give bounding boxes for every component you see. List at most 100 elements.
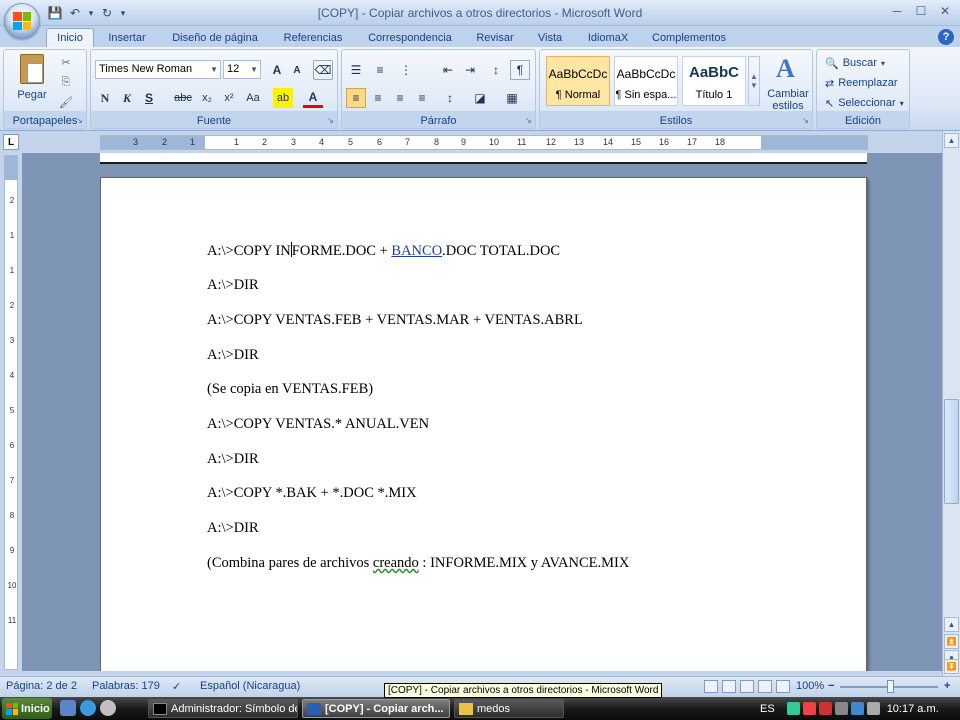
vertical-scrollbar[interactable]: ▲ ▲ ⏫ ● ⏬ [942,131,960,676]
bullets-icon[interactable]: ☰ [346,60,366,80]
outline-view-icon[interactable] [758,680,772,693]
superscript-button[interactable]: x² [219,88,239,108]
change-case-button[interactable]: Aa [243,88,263,108]
full-screen-reading-icon[interactable] [722,680,736,693]
style-normal[interactable]: AaBbCcDc ¶ Normal [546,56,610,106]
change-styles-button[interactable]: A Cambiar estilos [766,54,810,112]
taskbar-item-medos[interactable]: medos [454,699,564,718]
styles-scroll-icon[interactable]: ▲ ▼ [748,56,760,106]
close-button[interactable]: ✕ [934,2,956,20]
doc-paragraph[interactable]: A:\>DIR [207,520,259,537]
browser-icon[interactable] [80,700,96,716]
taskbar-item-cmd[interactable]: Administrador: Símbolo de... [148,699,298,718]
decrease-indent-icon[interactable]: ⇤ [438,60,458,80]
strikethrough-button[interactable]: abc [173,88,193,108]
copy-icon[interactable]: ⎘ [58,74,74,90]
show-marks-icon[interactable]: ¶ [510,60,530,80]
tab-complementos[interactable]: Complementos [646,28,732,47]
font-color-button[interactable]: A [303,88,323,108]
numbering-icon[interactable]: ≡ [370,60,390,80]
network-icon[interactable] [786,702,800,715]
language-indicator[interactable]: ES [760,703,775,715]
shading-icon[interactable]: ◪ [470,88,490,108]
scroll-up-icon[interactable]: ▲ [944,617,959,632]
dialog-launcher-icon[interactable]: ↘ [801,116,810,125]
tab-insertar[interactable]: Insertar [98,28,156,47]
paste-button[interactable]: Pegar [12,54,52,108]
minimize-button[interactable]: ─ [886,2,908,20]
zoom-in-icon[interactable]: + [944,680,950,692]
security-icon[interactable] [818,702,832,715]
tab-inicio[interactable]: Inicio [46,28,94,47]
antivirus-icon[interactable] [802,702,816,715]
cut-icon[interactable]: ✂ [58,54,74,70]
dialog-launcher-icon[interactable]: ↘ [326,116,335,125]
office-button[interactable] [4,3,40,39]
doc-paragraph[interactable]: A:\>COPY VENTAS.FEB + VENTAS.MAR + VENTA… [207,312,583,329]
language-indicator[interactable]: Español (Nicaragua) [200,680,300,692]
tab-referencias[interactable]: Referencias [276,28,350,47]
clock[interactable]: 10:17 a.m. [887,703,939,715]
increase-indent-icon[interactable]: ⇥ [460,60,480,80]
grammar-flagged-word[interactable]: creando [373,555,419,571]
tab-diseno-pagina[interactable]: Diseño de página [162,28,268,47]
web-layout-icon[interactable] [740,680,754,693]
display-icon[interactable] [866,702,880,715]
zoom-slider-thumb[interactable] [887,680,894,693]
doc-paragraph[interactable]: A:\>DIR [207,277,259,294]
grow-font-button[interactable]: A [267,60,287,80]
underline-button[interactable]: S [139,88,159,108]
speaker-icon[interactable] [834,702,848,715]
show-desktop-icon[interactable] [60,700,76,716]
tab-selector-icon[interactable]: L [3,134,19,150]
font-size-select[interactable]: 12 ▼ [223,60,261,79]
dialog-launcher-icon[interactable]: ↘ [524,116,533,125]
doc-paragraph[interactable]: (Se copia en VENTAS.FEB) [207,381,373,398]
style-sin-espaciado[interactable]: AaBbCcDc ¶ Sin espa... [614,56,678,106]
shrink-font-button[interactable]: A [287,60,307,80]
start-button[interactable]: Inicio [2,698,52,719]
document-area[interactable]: A:\>COPY INFORME.DOC + BANCO.DOC TOTAL.D… [22,153,942,671]
italic-button[interactable]: K [117,88,137,108]
previous-page-icon[interactable]: ⏫ [944,634,959,649]
align-right-icon[interactable]: ≡ [390,88,410,108]
zoom-level[interactable]: 100% [796,680,824,692]
print-layout-icon[interactable] [704,680,718,693]
scrollbar-thumb[interactable] [944,399,959,504]
scroll-up-icon[interactable]: ▲ [944,133,959,148]
doc-paragraph[interactable]: A:\>COPY *.BAK + *.DOC *.MIX [207,485,417,502]
borders-icon[interactable]: ▦ [502,88,522,108]
next-page-icon[interactable]: ⏬ [944,659,959,674]
doc-paragraph[interactable]: A:\>DIR [207,451,259,468]
horizontal-ruler[interactable]: 3 2 1 1 2 3 4 5 6 7 8 9 10 11 12 13 14 1… [100,135,868,150]
doc-paragraph[interactable]: A:\>DIR [207,347,259,364]
taskbar-item-word[interactable]: [COPY] - Copiar arch... [302,699,450,718]
select-button[interactable]: ↖ Seleccionar ▾ [825,94,904,112]
sort-icon[interactable]: ↕ [486,60,506,80]
font-name-select[interactable]: Times New Roman ▼ [95,60,221,79]
word-count[interactable]: Palabras: 179 [92,680,160,692]
doc-paragraph[interactable]: (Combina pares de archivos creando : INF… [207,555,629,572]
zoom-out-icon[interactable]: − [828,680,834,692]
tab-idiomax[interactable]: IdiomaX [580,28,636,47]
find-button[interactable]: 🔍 Buscar ▾ [825,54,885,72]
clear-format-icon[interactable]: ⌫ [313,60,333,80]
multilevel-list-icon[interactable]: ⋮ [396,60,416,80]
proofing-icon[interactable]: ✓ [172,680,181,693]
bold-button[interactable]: N [95,88,115,108]
page-count[interactable]: Página: 2 de 2 [6,680,77,692]
justify-icon[interactable]: ≡ [412,88,432,108]
doc-paragraph[interactable]: A:\>COPY VENTAS.* ANUAL.VEN [207,416,429,433]
subscript-button[interactable]: x₂ [197,88,217,108]
align-center-icon[interactable]: ≡ [368,88,388,108]
tab-revisar[interactable]: Revisar [470,28,520,47]
document-page[interactable]: A:\>COPY INFORME.DOC + BANCO.DOC TOTAL.D… [100,177,867,671]
format-painter-icon[interactable]: 🖌 [58,94,74,110]
replace-button[interactable]: ⇄ Reemplazar [825,74,898,92]
doc-paragraph[interactable]: A:\>COPY INFORME.DOC + BANCO.DOC TOTAL.D… [207,242,560,260]
update-icon[interactable] [850,702,864,715]
media-player-icon[interactable] [100,700,116,716]
maximize-button[interactable]: ☐ [910,2,932,20]
line-spacing-icon[interactable]: ↕ [440,88,460,108]
style-titulo-1[interactable]: AaBbC Título 1 [682,56,746,106]
